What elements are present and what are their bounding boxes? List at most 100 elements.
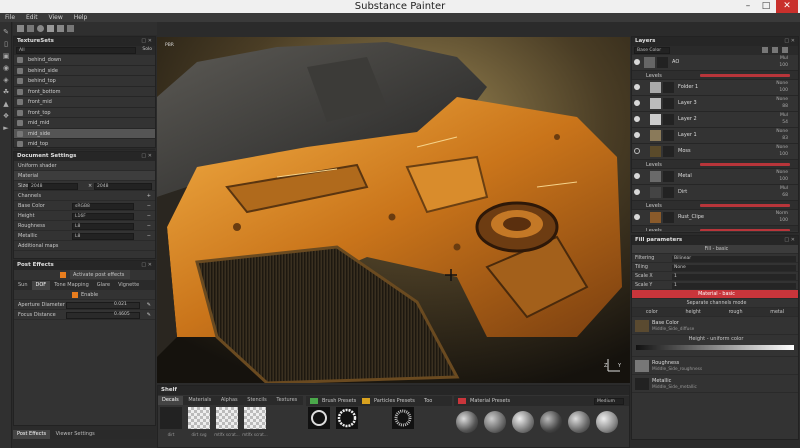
delete-layer-icon[interactable]	[782, 47, 788, 53]
menu-file[interactable]: File	[5, 14, 15, 21]
thumbnail-size-select[interactable]: Medium	[594, 397, 624, 405]
3d-viewport[interactable]: PBR Y Z	[157, 37, 630, 383]
layer-blend-mode[interactable]: None	[776, 81, 788, 86]
remove-channel-icon[interactable]: −	[147, 221, 151, 231]
fill-param-value[interactable]: 1	[672, 282, 796, 289]
layer-row[interactable]: Metal None 100	[632, 169, 798, 185]
visibility-eye-icon[interactable]	[634, 84, 640, 90]
height-slider[interactable]	[636, 345, 794, 350]
camera-icon[interactable]	[57, 25, 64, 32]
shelf-tab-stencils[interactable]: Stencils	[243, 396, 271, 405]
brush-presets-tab[interactable]: Brush Presets Particles Presets Too	[306, 396, 452, 406]
add-channel-icon[interactable]: +	[147, 191, 151, 201]
menu-edit[interactable]: Edit	[26, 14, 38, 21]
layer-blend-mode[interactable]: None	[776, 129, 788, 134]
layer-blend-mode[interactable]: None	[776, 145, 788, 150]
layer-blend-mode[interactable]: Mul	[780, 186, 788, 191]
remove-channel-icon[interactable]: −	[147, 231, 151, 241]
post-effects-tab[interactable]: Tone Mapping	[50, 281, 93, 290]
visibility-eye-icon[interactable]	[634, 189, 640, 195]
decal-dirt-svg[interactable]	[188, 407, 210, 429]
material-presets-tab[interactable]: Material Presets Medium	[454, 396, 629, 406]
levels-effect-row[interactable]: Levels	[632, 160, 798, 169]
layer-row[interactable]: Layer 3 None 88	[632, 96, 798, 112]
shader-row[interactable]: Uniform shader	[14, 161, 155, 171]
post-effects-tab[interactable]: Vignette	[114, 281, 143, 290]
add-folder-icon[interactable]	[772, 47, 778, 53]
smudge-icon[interactable]: ☘	[2, 88, 10, 96]
post-effects-tab[interactable]: Sun	[14, 281, 32, 290]
material-preset-6[interactable]	[596, 411, 618, 433]
layer-opacity[interactable]: 100	[779, 63, 788, 68]
texture-set-item[interactable]: front_bottom	[14, 87, 155, 97]
layer-opacity[interactable]: 88	[782, 104, 788, 109]
channel-format-select[interactable]: L8	[72, 232, 134, 240]
close-button[interactable]: ✕	[776, 0, 798, 13]
decal-mtlfx-1[interactable]	[216, 407, 238, 429]
visibility-eye-icon[interactable]	[634, 100, 640, 106]
layer-row[interactable]: Moss None 100	[632, 144, 798, 160]
size-select-2[interactable]: 2048	[94, 182, 152, 190]
channel-format-select[interactable]: L16F	[72, 212, 134, 220]
polygon-fill-icon[interactable]: ▲	[2, 100, 10, 108]
material-preset-3[interactable]	[512, 411, 534, 433]
mask-icon[interactable]	[67, 25, 74, 32]
clone-icon[interactable]: ◈	[2, 76, 10, 84]
layer-opacity[interactable]: 100	[779, 177, 788, 182]
visibility-eye-icon[interactable]	[634, 173, 640, 179]
brush-preset-4[interactable]	[392, 407, 414, 429]
texture-set-item[interactable]: front_mid	[14, 97, 155, 108]
maximize-button[interactable]: □	[758, 0, 774, 13]
param-value[interactable]: 0.021	[114, 300, 127, 310]
eraser-tool-icon[interactable]	[27, 25, 34, 32]
channel-base-color[interactable]: Base Color Middle_Side_diffuse	[632, 317, 798, 335]
material-preset-4[interactable]	[540, 411, 562, 433]
activate-checkbox[interactable]	[60, 272, 66, 278]
param-value[interactable]: 0.4605	[114, 310, 130, 320]
panel-close-icon[interactable]: □ ✕	[141, 261, 152, 270]
layer-blend-mode[interactable]: None	[776, 170, 788, 175]
fill-param-value[interactable]: Bilinear	[672, 255, 796, 262]
tab-post-effects[interactable]: Post Effects	[13, 430, 51, 439]
material-preset-5[interactable]	[568, 411, 590, 433]
layer-row[interactable]: Layer 2 Mul 54	[632, 112, 798, 128]
post-effects-tab[interactable]: DOF	[31, 281, 51, 290]
panel-close-icon[interactable]: □ ✕	[141, 152, 152, 161]
brush-preset-2[interactable]	[336, 407, 358, 429]
channel-height[interactable]: Height - uniform color	[632, 335, 798, 357]
channel-roughness[interactable]: Roughness Middle_Side_roughness	[632, 357, 798, 375]
projection-icon[interactable]: ▣	[2, 52, 10, 60]
tab-viewer-settings[interactable]: Viewer Settings	[52, 430, 99, 439]
visibility-eye-icon[interactable]	[634, 148, 640, 154]
remove-channel-icon[interactable]: −	[147, 201, 151, 211]
texture-set-item[interactable]: behind_top	[14, 76, 155, 87]
layer-opacity[interactable]: 54	[782, 120, 788, 125]
layer-opacity[interactable]: 83	[782, 136, 788, 141]
add-layer-icon[interactable]	[762, 47, 768, 53]
layer-blend-mode[interactable]: Norm	[776, 211, 788, 216]
menu-help[interactable]: Help	[74, 14, 88, 21]
visibility-eye-icon[interactable]	[634, 132, 640, 138]
size-select[interactable]: 2048	[28, 182, 78, 190]
decal-mtlfx-2[interactable]	[244, 407, 266, 429]
geometry-decal-icon[interactable]: ◉	[2, 64, 10, 72]
select-icon[interactable]: ►	[2, 124, 10, 132]
panel-close-icon[interactable]: □ ✕	[784, 236, 795, 245]
fill-param-value[interactable]: None	[672, 264, 796, 271]
layer-blend-mode[interactable]: None	[776, 97, 788, 102]
layer-row[interactable]: Folder 1 None 100	[632, 80, 798, 96]
channel-tab-rough[interactable]: rough	[729, 308, 743, 316]
channel-tab-color[interactable]: color	[646, 308, 658, 316]
channel-format-select[interactable]: L8	[72, 222, 134, 230]
edit-icon[interactable]: ✎	[147, 300, 151, 310]
menu-view[interactable]: View	[49, 14, 63, 21]
layers-channel-select[interactable]: Base Color	[634, 47, 670, 54]
eraser-icon[interactable]: ▯	[2, 40, 10, 48]
layer-blend-mode[interactable]: Mul	[780, 56, 788, 61]
texture-set-item[interactable]: mid_mid	[14, 118, 155, 129]
visibility-eye-icon[interactable]	[634, 116, 640, 122]
texture-set-item[interactable]: mid_top	[14, 139, 155, 150]
activate-label[interactable]: Activate post effects	[70, 270, 130, 279]
channel-tab-height[interactable]: height	[685, 308, 700, 316]
panel-close-icon[interactable]: □ ✕	[784, 37, 795, 46]
